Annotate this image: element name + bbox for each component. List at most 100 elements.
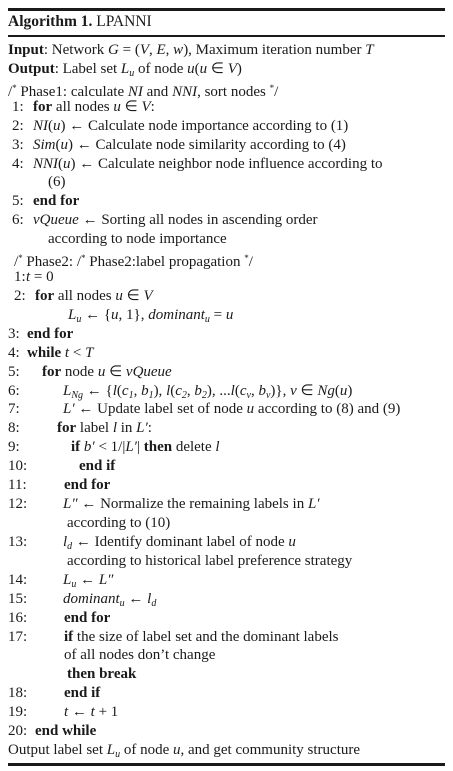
math: c [239, 382, 247, 399]
math: Ng [317, 382, 335, 399]
algorithm-line: dominantu ← ld [63, 590, 156, 609]
line-number: 3: [8, 325, 20, 342]
text: all nodes [52, 98, 114, 115]
math: Sim [33, 136, 56, 153]
math: dominant [148, 306, 205, 323]
text: according to node importance [48, 231, 227, 248]
algorithm-line: Sim(u) ← Calculate node similarity accor… [33, 136, 346, 155]
text: , 1}, [118, 306, 149, 323]
text: ← Identify dominant label of node [72, 533, 289, 550]
math: Ng [71, 389, 84, 401]
math: L′ [125, 439, 137, 456]
text: : [147, 420, 152, 437]
math: L′ [307, 496, 320, 513]
algorithm-name: LPANNI [96, 13, 152, 30]
math: L′ [63, 401, 75, 418]
text: ← [76, 571, 99, 588]
line-number: 10: [8, 458, 28, 475]
line-number: 15: [8, 590, 28, 607]
text: of all nodes don’t change [64, 647, 216, 664]
algorithm-line: while t < T [27, 344, 93, 363]
text: Output label set [8, 742, 107, 759]
math: NNI [172, 83, 198, 100]
keyword: then break [67, 666, 137, 683]
math: u [63, 155, 71, 172]
line-number: 17: [8, 628, 28, 645]
line-number: 6: [12, 212, 24, 229]
text: < 1/| [94, 439, 126, 456]
line-number: 5: [8, 363, 20, 380]
algorithm-line: LNg ← {l(c1, b1), l(c2, b2), ...l(cv, bv… [63, 382, 352, 401]
math: u [187, 60, 195, 77]
keyword: Output [8, 60, 55, 77]
text: ), Maximum iteration number [183, 42, 366, 58]
text: ) ← Calculate node importance according … [60, 117, 349, 134]
math: u [225, 306, 234, 323]
algorithm-line: Output label set Lu of node u, and get c… [8, 741, 360, 760]
text: , [149, 42, 157, 58]
algorithm-line: if b′ < 1/|L′| then delete l [71, 438, 220, 457]
text: ∈ [120, 98, 142, 115]
top-rule [8, 8, 445, 11]
text: ← Sorting all nodes in ascending order [78, 212, 318, 229]
algorithm-line: Input: Network G = (V, E, w), Maximum it… [8, 41, 374, 60]
algorithm-line: Lu ← {u, 1}, dominantu = u [68, 306, 233, 325]
math: c [175, 382, 182, 399]
algorithm-line: t = 0 [26, 268, 54, 287]
algorithm-line: L′ ← Update label set of node u accordin… [63, 400, 400, 419]
line-number: 1: [14, 269, 26, 286]
text: in [116, 420, 137, 437]
keyword: then [143, 439, 173, 456]
keyword: while [27, 344, 62, 361]
text: ∈ [296, 382, 318, 399]
math: c [121, 382, 129, 399]
math: b [141, 382, 149, 399]
algorithm-line: according to node importance [48, 230, 227, 249]
line-number: 3: [12, 136, 24, 153]
math: u [111, 306, 119, 323]
line-number: 8: [8, 420, 20, 437]
keyword: for [35, 287, 55, 304]
algorithm-line: NI(u) ← Calculate node importance accord… [33, 117, 348, 136]
math: L′ [136, 420, 148, 437]
text: ∈ [105, 363, 126, 380]
algorithm-line: for label l in L′: [57, 419, 152, 438]
math: b [258, 382, 266, 399]
math: vQueue [33, 212, 79, 229]
math: G [108, 42, 119, 58]
algorithm-line: Lu ← L″ [63, 571, 113, 590]
line-number: 4: [8, 344, 20, 361]
text: according to historical label preference… [67, 552, 353, 569]
math: u [113, 98, 121, 115]
text: ), [153, 382, 167, 399]
line-number: 7: [8, 401, 20, 418]
text: ) [236, 60, 242, 77]
algorithm-line: Output: Label set Lu of node u(u ∈ V) [8, 60, 242, 79]
text: ← [124, 590, 148, 607]
math: d [151, 597, 157, 609]
math: V [143, 287, 153, 304]
text: ), ... [206, 382, 231, 399]
math: L″ [98, 571, 114, 588]
text: ← Update label set of node [74, 401, 247, 418]
algorithm-line: according to (10) [67, 514, 170, 533]
line-number: 9: [8, 439, 20, 456]
text: according to (10) [67, 515, 171, 531]
text: ) ← Calculate neighbor node influence ac… [70, 155, 383, 172]
algorithm-line: for all nodes u ∈ V [35, 287, 153, 306]
line-number: 18: [8, 685, 28, 702]
algorithm-line: if the size of label set and the dominan… [64, 628, 339, 647]
keyword: end if [79, 458, 116, 475]
algorithm-line: for node u ∈ vQueue [42, 363, 172, 382]
text: ) [347, 382, 353, 399]
text: ∈ [207, 60, 228, 77]
keyword: for [42, 363, 62, 380]
text: = 0 [30, 269, 54, 286]
math: b [194, 382, 202, 399]
algorithm-line: /* Phase2: /* Phase2:label propagation *… [14, 249, 253, 270]
algorithm-line: end for [64, 609, 110, 628]
math: NI [33, 117, 48, 134]
keyword: if [64, 628, 74, 645]
text: , [133, 382, 142, 399]
text: (6) [48, 174, 66, 191]
